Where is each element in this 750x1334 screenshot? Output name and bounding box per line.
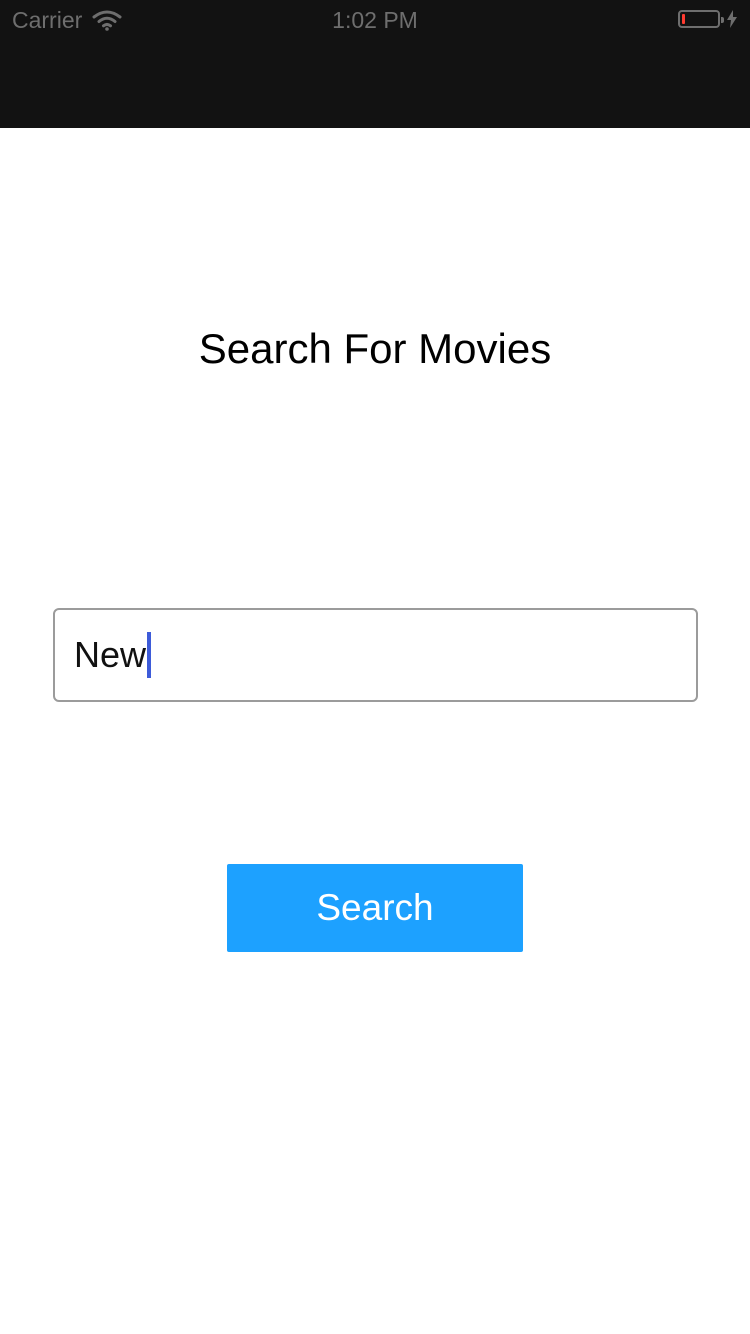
- page-title: Search For Movies: [198, 325, 552, 372]
- bolt-icon: [727, 10, 737, 28]
- search-input[interactable]: New: [53, 608, 698, 702]
- battery-level-fill: [682, 14, 685, 24]
- header-bar: Carrier 1:02 PM: [0, 0, 750, 128]
- battery-group: [678, 10, 738, 28]
- status-time: 1:02 PM: [332, 7, 418, 33]
- status-bar: Carrier 1:02 PM: [0, 0, 750, 40]
- search-button[interactable]: Search: [227, 864, 523, 952]
- text-cursor: [147, 632, 152, 678]
- search-input-value: New: [74, 634, 147, 675]
- battery-icon: [678, 10, 724, 28]
